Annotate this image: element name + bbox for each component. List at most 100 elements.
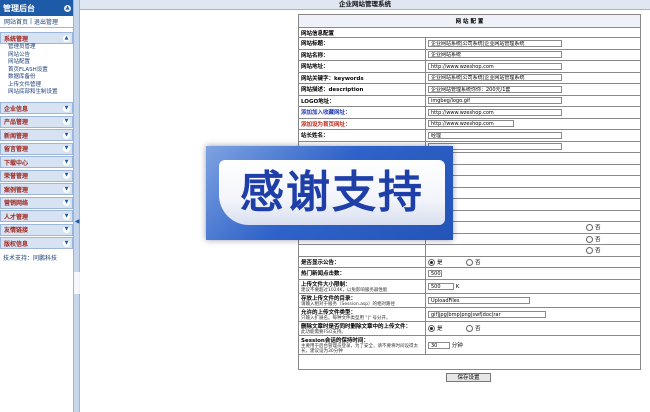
menu-category-links[interactable]: 友情链接 ▼	[0, 223, 73, 236]
menu-item-site-config[interactable]: 网站配置	[0, 59, 73, 67]
upload-limit-input[interactable]: 500	[428, 282, 454, 290]
table-row: 网站名称： 企业网站系统	[298, 48, 641, 61]
field-cell	[425, 163, 641, 176]
menu-item-notice[interactable]: 网站公告	[0, 52, 73, 60]
menu-category-cases[interactable]: 案例管理 ▼	[0, 183, 73, 195]
tech-support: 技术支持：同鹏科技	[3, 255, 58, 262]
menu-item-footer[interactable]: 网站底部和生制设置	[0, 89, 73, 97]
radio-no[interactable]	[586, 235, 593, 243]
show-notice-yes-radio[interactable]	[428, 258, 435, 266]
logout-link[interactable]: 退出管理	[34, 17, 58, 26]
field-hint: 只输入扩展名。每种文件类型用 "|" 号分开。	[301, 315, 391, 321]
field-cell	[425, 198, 641, 211]
field-cell	[425, 140, 641, 153]
field-cell: imgbeg/logo.gif	[425, 94, 641, 107]
table-row: 网站关键字：keywords 企业网站系统|公司系统|企业网站管理系统	[298, 71, 641, 84]
field-cell: 企业网站系统|公司系统|企业网站管理系统	[425, 71, 641, 84]
section-title: 系统管理	[4, 35, 29, 43]
upload-dir-input[interactable]: UploadFiles	[428, 296, 530, 304]
label-text: 上传文件大小限制：	[301, 281, 351, 288]
sidebar-splitter[interactable]: ◀	[73, 0, 80, 412]
thanks-panel: 感谢支持	[219, 160, 445, 225]
site-title-input[interactable]: 企业网站系统|公司系统|企业网站管理系统	[428, 39, 562, 47]
menu-section-system[interactable]: 系统管理 ▲	[0, 32, 73, 44]
field-cell: 500	[425, 267, 641, 280]
field-hint: 请输入相对于服务（Session.asp）的相对路径	[301, 301, 396, 307]
session-timeout-input[interactable]: 30	[428, 341, 450, 349]
delete-files-yes-radio[interactable]	[428, 325, 435, 332]
radio-label: 否	[595, 225, 601, 232]
table-row: 添加设为首页网址： http://www.wzeshop.com	[298, 117, 641, 130]
site-home-link[interactable]: 网站首页	[4, 17, 28, 26]
save-button[interactable]: 保存设置	[446, 373, 491, 382]
unit-label: 分钟	[451, 342, 463, 349]
menu-category-company[interactable]: 企业信息 ▼	[0, 102, 73, 114]
unit-label: K	[455, 283, 460, 290]
table-row: Session会话的保持时间： 主要用于后台管理员登录，为了安全，请不要将时间设得…	[298, 334, 641, 355]
table-row: 删除文章时是否同时删除文章中的上传文件： 此功能需要FSO支持。 是 否	[298, 320, 641, 336]
hot-news-input[interactable]: 500	[428, 269, 442, 277]
category-label: 企业信息	[4, 105, 29, 113]
admin-name-input[interactable]: 经理	[428, 131, 562, 139]
menu-category-jobs[interactable]: 人才管理 ▼	[0, 210, 73, 222]
menu-category-downloads[interactable]: 下载中心 ▼	[0, 156, 73, 168]
field-cell: 30 分钟	[425, 334, 641, 355]
collapse-toggle-icon[interactable]: ▲	[64, 4, 71, 12]
radio-label: 否	[595, 248, 601, 255]
menu-item-admin[interactable]: 管理员管理	[0, 44, 73, 52]
homepage-url-input[interactable]: http://www.wzeshop.com	[428, 120, 514, 128]
menu-category-messages[interactable]: 留言管理 ▼	[0, 142, 73, 155]
table-row: 热门新闻点击数： 500	[298, 267, 641, 280]
menu-category-network[interactable]: 营销网络 ▼	[0, 196, 73, 209]
field-cell: 500 K	[425, 278, 641, 294]
site-name-input[interactable]: 企业网站系统	[428, 51, 562, 59]
field-label: 网站标题：	[298, 37, 426, 50]
menu-category-honors[interactable]: 荣誉管理 ▼	[0, 169, 73, 182]
category-label: 荣誉管理	[4, 173, 29, 180]
radio-label: 否	[595, 236, 601, 243]
field-label: LOGO地址：	[298, 94, 426, 107]
radio-no[interactable]	[586, 224, 593, 232]
radio-label: 是	[437, 259, 443, 266]
menu-item-flash[interactable]: 首页FLASH设置	[0, 67, 73, 75]
keywords-input[interactable]: 企业网站系统|公司系统|企业网站管理系统	[428, 74, 562, 82]
field-cell: gif|jpg|bmp|png|swf|doc|rar	[425, 306, 641, 322]
field-cell: 企业网站系统|公司系统|企业网站管理系统	[425, 37, 641, 50]
table-row: 是否显示公告： 是 否	[298, 255, 641, 268]
table-row: 网站标题： 企业网站系统|公司系统|企业网站管理系统	[298, 37, 641, 50]
radio-label: 否	[475, 259, 481, 266]
splitter-handle[interactable]	[74, 272, 80, 294]
chevron-down-icon: ▼	[63, 145, 70, 152]
menu-item-db-backup[interactable]: 数据库备份	[0, 74, 73, 82]
field-label: 网站关键字：keywords	[298, 71, 426, 84]
field-cell: http://www.wzeshop.com	[425, 106, 641, 119]
link-separator: |	[30, 18, 33, 25]
show-notice-no-radio[interactable]	[466, 258, 474, 266]
menu-category-copyright[interactable]: 版权信息 ▼	[0, 237, 73, 249]
category-label: 友情链接	[4, 227, 29, 234]
delete-files-no-radio[interactable]	[466, 325, 474, 332]
chevron-left-icon[interactable]: ◀	[74, 218, 80, 225]
radio-no[interactable]	[586, 247, 593, 255]
radio-label: 否	[475, 326, 481, 332]
menu-category-products[interactable]: 产品管理 ▼	[0, 115, 73, 128]
favorite-url-input[interactable]: http://www.wzeshop.com	[428, 108, 562, 116]
field-cell	[425, 175, 641, 188]
logo-text: 管理后台	[3, 3, 35, 13]
site-url-input[interactable]: http://www.wzeshop.com	[428, 62, 562, 70]
category-label: 新闻管理	[4, 132, 29, 140]
menu-item-uploads[interactable]: 上传文件管理	[0, 82, 73, 90]
table-row	[298, 353, 641, 370]
file-types-input[interactable]: gif|jpg|bmp|png|swf|doc|rar	[428, 310, 546, 318]
category-label: 产品管理	[4, 119, 29, 126]
logo-url-input[interactable]: imgbeg/logo.gif	[428, 97, 562, 105]
table-row: 添加加入收藏网址： http://www.wzeshop.com	[298, 106, 641, 119]
field-cell: 经理	[425, 129, 641, 142]
menu-category-news[interactable]: 新闻管理 ▼	[0, 129, 73, 141]
description-input[interactable]: 企业网站管理系统你你：200元/1套	[428, 85, 562, 93]
label-text: Session会话的保持时间：	[301, 337, 369, 344]
table-row: 上传文件大小限制： 建议不要超过1024K，以免影响服务器性能 500 K	[298, 278, 641, 294]
label-text: 允许的上传文件类型：	[301, 309, 357, 316]
field-label: 网站描述：description	[298, 83, 426, 96]
table-title: 网 站 配 置	[298, 14, 641, 28]
